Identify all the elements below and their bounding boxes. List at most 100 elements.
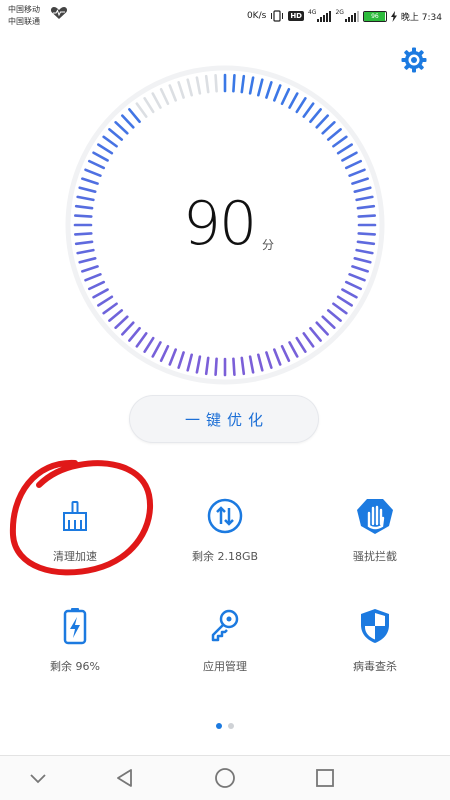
- shield-icon: [361, 609, 389, 643]
- gauge-tick-empty: [204, 74, 210, 94]
- gauge-tick-filled: [302, 102, 315, 118]
- status-indicators: 0K/s HD 4G 2G 96 晚上 7:34: [247, 8, 442, 24]
- tile-battery[interactable]: 剩余 96%: [0, 606, 150, 716]
- tile-battery-label: 剩余 96%: [50, 660, 100, 673]
- net-speed: 0K/s: [246, 11, 267, 21]
- gauge-tick-filled: [353, 257, 372, 264]
- chevron-down-icon[interactable]: [25, 765, 51, 791]
- tile-app-management[interactable]: 应用管理: [150, 606, 300, 716]
- tile-harassment-block[interactable]: 骚扰拦截: [300, 496, 450, 606]
- gauge-tick-empty: [186, 78, 193, 97]
- gauge-tick-filled: [78, 257, 97, 264]
- gauge-tick-filled: [232, 357, 236, 377]
- score-unit: 分: [262, 238, 275, 252]
- gauge-tick-filled: [87, 159, 106, 170]
- page-dot-2[interactable]: [228, 723, 234, 729]
- gauge-tick-filled: [168, 348, 177, 366]
- tile-cleanup[interactable]: 清理加速: [0, 496, 150, 606]
- gauge-tick-filled: [336, 295, 353, 307]
- gauge-tick-filled: [128, 108, 141, 124]
- gauge-tick-filled: [265, 81, 273, 99]
- gauge-tick-empty: [177, 81, 185, 99]
- gauge-tick-filled: [135, 332, 148, 348]
- gauge-tick-filled: [351, 265, 369, 273]
- gauge-tick-filled: [341, 151, 358, 162]
- tile-virus-scan[interactable]: 病毒查杀: [300, 606, 450, 716]
- gauge-tick-filled: [348, 273, 366, 282]
- data-transfer-icon: [207, 498, 243, 534]
- gauge-tick-filled: [257, 353, 264, 372]
- vibrate-icon: [271, 10, 284, 22]
- gauge-tick-filled: [273, 84, 282, 102]
- status-bar: 中国移动 中国联通 0K/s HD 4G 2G 96 晚上 7:34: [0, 0, 450, 34]
- gauge-tick-empty: [214, 74, 218, 93]
- gauge-tick-filled: [273, 348, 282, 366]
- gauge-tick-filled: [326, 309, 342, 322]
- one-key-optimize-button[interactable]: 一键优化: [130, 396, 318, 442]
- gauge-tick-filled: [214, 357, 218, 377]
- hd-badge: HD: [288, 11, 304, 21]
- gauge-tick-filled: [280, 87, 291, 106]
- gauge-tick-filled: [151, 341, 162, 358]
- gauge-tick-filled: [344, 280, 363, 291]
- gauge-tick-filled: [332, 302, 348, 315]
- charging-icon: [390, 10, 397, 22]
- signal-4g-icon: [317, 10, 332, 22]
- gauge-tick-filled: [121, 114, 135, 129]
- gauge-tick-filled: [92, 151, 109, 162]
- gauge-tick-filled: [280, 344, 291, 363]
- gauge-tick-filled: [97, 143, 114, 155]
- gauge-tick-filled: [97, 295, 114, 307]
- gauge-tick-filled: [315, 321, 329, 336]
- gauge-tick-empty: [168, 84, 177, 102]
- broom-icon: [63, 501, 87, 531]
- gauge-tick-filled: [315, 114, 329, 129]
- back-icon[interactable]: [112, 765, 138, 791]
- gauge-tick-empty: [151, 92, 162, 109]
- network-4g-label: 4G: [307, 8, 317, 16]
- gauge-tick-filled: [143, 336, 155, 353]
- gauge-tick-empty: [195, 76, 202, 95]
- gauge-tick-filled: [321, 315, 336, 329]
- tile-cleanup-label: 清理加速: [53, 550, 97, 563]
- gauge-tick-filled: [332, 135, 348, 148]
- gauge-tick-filled: [121, 321, 135, 336]
- settings-gear-icon[interactable]: [400, 46, 428, 74]
- gauge-tick-filled: [108, 128, 124, 141]
- gauge-tick-filled: [348, 168, 366, 177]
- gauge-tick-filled: [302, 332, 315, 348]
- page-indicator: [0, 723, 450, 729]
- gauge-tick-empty: [135, 102, 148, 118]
- gauge-tick-filled: [240, 356, 246, 376]
- gauge-tick-filled: [177, 351, 185, 369]
- carrier-2: 中国联通: [8, 17, 40, 26]
- gauge-tick-filled: [351, 177, 369, 185]
- tile-data-usage-label: 剩余 2.18GB: [191, 550, 259, 563]
- gauge-tick-filled: [81, 177, 99, 185]
- tile-app-management-label: 应用管理: [203, 660, 247, 673]
- gauge-tick-filled: [81, 265, 99, 273]
- phone-manager-screen: 中国移动 中国联通 0K/s HD 4G 2G 96 晚上 7:34 90 分 …: [0, 0, 450, 800]
- gauge-tick-filled: [309, 108, 322, 124]
- gauge-tick-filled: [102, 135, 118, 148]
- gauge-tick-filled: [288, 341, 299, 358]
- gauge-tick-filled: [114, 121, 129, 135]
- gauge-tick-filled: [87, 280, 106, 291]
- health-heart-icon: [50, 7, 68, 19]
- gauge-tick-filled: [114, 315, 129, 329]
- signal-2g-icon: [344, 10, 359, 22]
- gauge-tick-filled: [353, 186, 372, 193]
- gauge-tick-filled: [309, 326, 322, 342]
- recent-apps-icon[interactable]: [312, 765, 338, 791]
- gauge-tick-filled: [295, 336, 307, 353]
- gauge-tick-filled: [321, 121, 336, 135]
- tile-data-usage[interactable]: 剩余 2.18GB: [150, 496, 300, 606]
- page-dot-1[interactable]: [216, 723, 222, 729]
- gauge-tick-filled: [257, 78, 264, 97]
- navigation-bar: [0, 755, 450, 800]
- home-icon[interactable]: [212, 765, 238, 791]
- gauge-tick-empty: [143, 97, 155, 114]
- hand-shield-icon: [357, 499, 393, 534]
- gauge-tick-filled: [186, 353, 193, 372]
- gauge-tick-filled: [102, 302, 118, 315]
